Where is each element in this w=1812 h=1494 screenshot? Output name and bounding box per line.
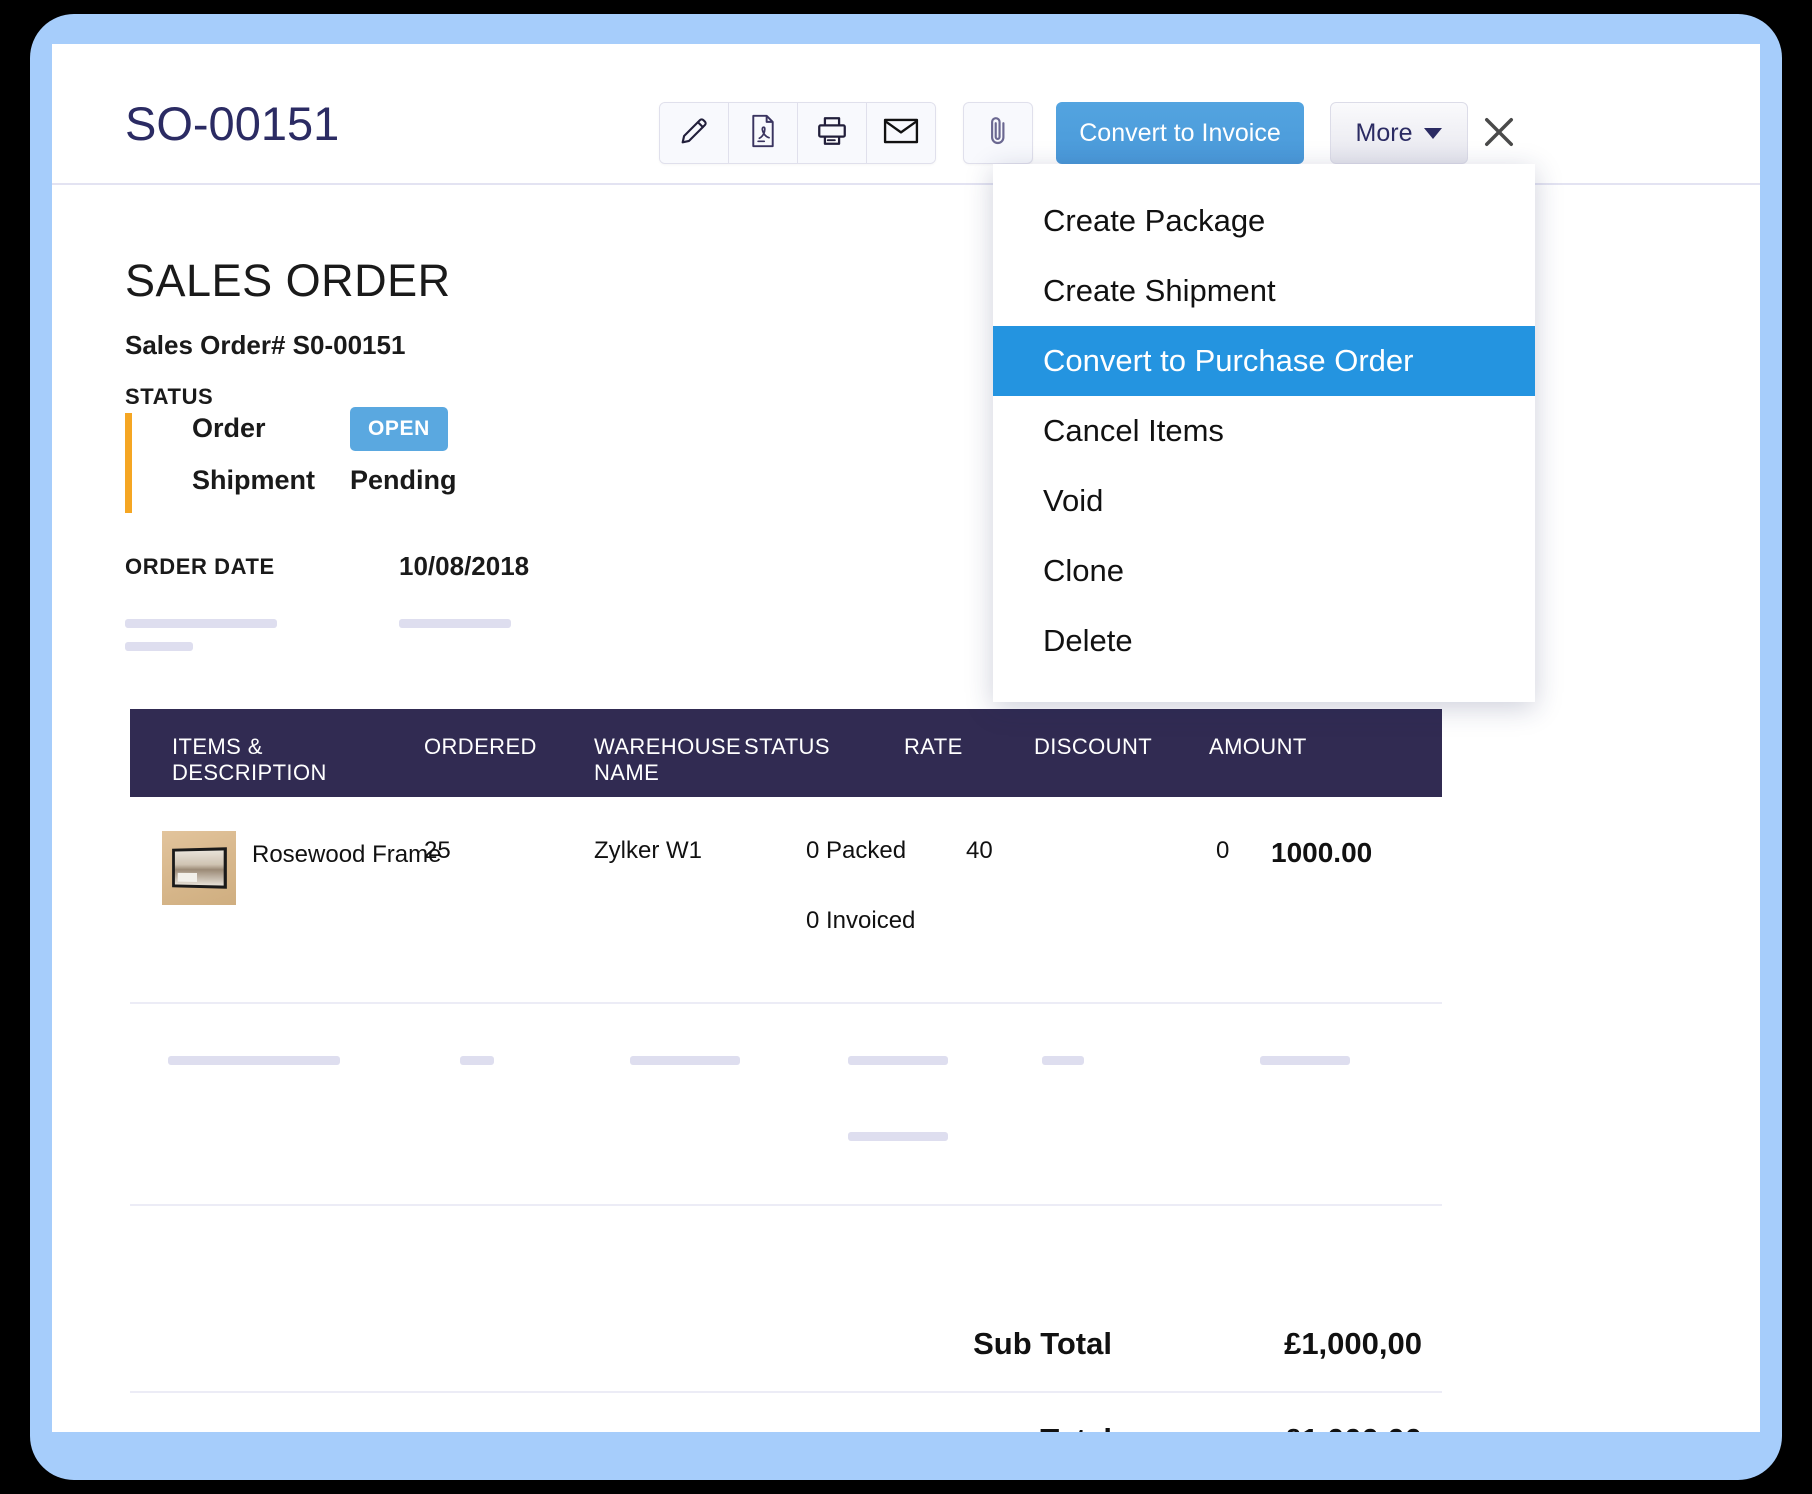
product-thumbnail-icon xyxy=(162,831,236,905)
printer-icon xyxy=(815,114,849,153)
cell-item: Rosewood Frame xyxy=(130,797,424,1002)
status-block: Order OPEN Shipment Pending xyxy=(125,413,545,513)
total-label: Total xyxy=(130,1422,1160,1432)
items-table: ITEMS & DESCRIPTION ORDERED WAREHOUSE NA… xyxy=(130,709,1442,1206)
skeleton-bar xyxy=(168,1056,340,1065)
sales-order-window: SO-00151 xyxy=(52,44,1760,1432)
more-actions-dropdown: Create Package Create Shipment Convert t… xyxy=(993,164,1535,702)
skeleton-bar xyxy=(1042,1056,1084,1065)
more-actions-button[interactable]: More xyxy=(1330,102,1468,164)
skeleton-bar xyxy=(460,1056,494,1065)
order-date-value: 10/08/2018 xyxy=(399,551,529,582)
status-row-order-label: Order xyxy=(192,413,266,444)
attachment-button[interactable] xyxy=(963,102,1033,164)
table-header-row: ITEMS & DESCRIPTION ORDERED WAREHOUSE NA… xyxy=(130,709,1442,797)
cell-rate: 40 xyxy=(966,797,1096,1002)
pdf-file-icon xyxy=(748,114,778,153)
convert-to-invoice-button[interactable]: Convert to Invoice xyxy=(1056,102,1304,164)
column-header-warehouse: WAREHOUSE NAME xyxy=(594,709,744,797)
email-envelope-icon xyxy=(883,116,919,151)
cell-status: 0 Packed 0 Invoiced xyxy=(806,797,966,1002)
print-button[interactable] xyxy=(798,103,867,163)
document-heading: SALES ORDER xyxy=(125,255,451,307)
column-header-amount: AMOUNT xyxy=(1209,709,1380,797)
cell-ordered: 25 xyxy=(424,797,594,1002)
skeleton-bar xyxy=(1260,1056,1350,1065)
close-button[interactable] xyxy=(1475,110,1523,158)
skeleton-bar xyxy=(848,1056,948,1065)
email-button[interactable] xyxy=(867,103,935,163)
column-header-ordered: ORDERED xyxy=(424,709,594,797)
close-x-icon xyxy=(1478,111,1520,158)
skeleton-bar xyxy=(399,619,511,628)
device-frame: SO-00151 xyxy=(30,14,1782,1480)
subtotal-row: Sub Total £1,000,00 xyxy=(130,1297,1442,1393)
total-row: Total £1,000,00 xyxy=(130,1393,1442,1432)
status-row-shipment-label: Shipment xyxy=(192,465,315,496)
edit-pencil-button[interactable] xyxy=(660,103,729,163)
skeleton-bar xyxy=(125,619,277,628)
chevron-down-icon xyxy=(1424,128,1442,139)
column-header-items: ITEMS & DESCRIPTION xyxy=(130,709,424,797)
page-title: SO-00151 xyxy=(125,96,339,151)
menu-item-create-shipment[interactable]: Create Shipment xyxy=(993,256,1535,326)
toolbar-icon-group xyxy=(659,102,936,164)
status-badge-open: OPEN xyxy=(350,407,448,451)
pdf-download-button[interactable] xyxy=(729,103,798,163)
total-value: £1,000,00 xyxy=(1160,1422,1442,1432)
status-packed: 0 Packed xyxy=(806,837,906,864)
cell-discount: 0 xyxy=(1096,797,1271,1002)
skeleton-bar xyxy=(848,1132,948,1141)
totals-section: Sub Total £1,000,00 Total £1,000,00 xyxy=(130,1297,1442,1432)
edit-pencil-icon xyxy=(677,114,711,153)
paperclip-icon xyxy=(987,113,1009,154)
menu-item-cancel-items[interactable]: Cancel Items xyxy=(993,396,1535,466)
order-date-label: ORDER DATE xyxy=(125,554,275,580)
skeleton-bar xyxy=(125,642,193,651)
column-header-discount: DISCOUNT xyxy=(1034,709,1209,797)
table-row: Rosewood Frame 25 Zylker W1 0 Packed 0 I… xyxy=(130,797,1442,1004)
subtotal-label: Sub Total xyxy=(130,1326,1160,1362)
item-name: Rosewood Frame xyxy=(252,837,441,1002)
table-row-placeholder xyxy=(130,1004,1442,1206)
column-header-status: STATUS xyxy=(744,709,904,797)
status-section-label: STATUS xyxy=(125,384,213,410)
menu-item-delete[interactable]: Delete xyxy=(993,606,1535,676)
subtotal-value: £1,000,00 xyxy=(1160,1326,1442,1362)
menu-item-convert-to-purchase-order[interactable]: Convert to Purchase Order xyxy=(993,326,1535,396)
cell-warehouse: Zylker W1 xyxy=(594,797,806,1002)
menu-item-create-package[interactable]: Create Package xyxy=(993,186,1535,256)
skeleton-bar xyxy=(630,1056,740,1065)
status-invoiced: 0 Invoiced xyxy=(806,907,915,935)
menu-item-clone[interactable]: Clone xyxy=(993,536,1535,606)
menu-item-void[interactable]: Void xyxy=(993,466,1535,536)
more-button-label: More xyxy=(1356,119,1413,148)
order-number: Sales Order# S0-00151 xyxy=(125,330,405,361)
cell-amount: 1000.00 xyxy=(1271,797,1442,1002)
status-row-shipment-value: Pending xyxy=(350,465,457,496)
column-header-rate: RATE xyxy=(904,709,1034,797)
